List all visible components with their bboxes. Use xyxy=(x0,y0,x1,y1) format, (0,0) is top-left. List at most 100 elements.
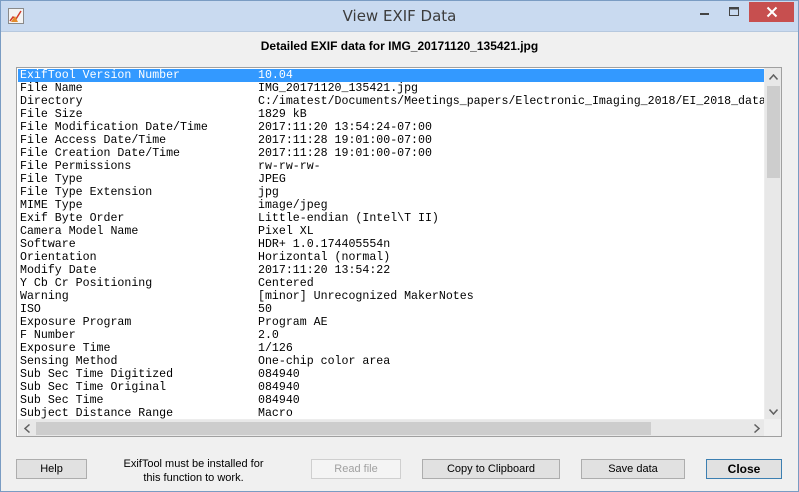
exif-row-key: File Permissions xyxy=(20,160,132,173)
exif-row-value: 2017:11:20 13:54:24-07:00 xyxy=(258,121,432,134)
exif-row-value: rw-rw-rw- xyxy=(258,160,321,173)
exif-row-key: File Creation Date/Time xyxy=(20,147,181,160)
exif-row-value: jpg xyxy=(258,186,279,199)
exif-row-value: Little-endian (Intel\T II) xyxy=(258,212,439,225)
exif-row-value: 2017:11:28 19:01:00-07:00 xyxy=(258,134,432,147)
exif-row-value: One-chip color area xyxy=(258,355,391,368)
exif-row-key: Software xyxy=(20,238,76,251)
vertical-scroll-thumb[interactable] xyxy=(767,86,780,178)
exif-row-value: image/jpeg xyxy=(258,199,328,212)
exiftool-note-line2: this function to work. xyxy=(143,472,244,484)
vertical-scrollbar[interactable] xyxy=(764,68,781,420)
exif-row[interactable]: Exif Byte Order Little-endian (Intel\T II… xyxy=(18,212,764,225)
exif-row-value: [minor] Unrecognized MakerNotes xyxy=(258,290,474,303)
horizontal-scrollbar[interactable] xyxy=(18,419,765,436)
close-icon xyxy=(766,6,777,18)
chevron-right-icon xyxy=(753,424,760,433)
close-button[interactable]: Close xyxy=(706,459,782,479)
exif-row-value: 2.0 xyxy=(258,329,279,342)
exiftool-note: ExifTool must be installed for this func… xyxy=(106,457,281,485)
exif-row[interactable]: File Size 1829 kB xyxy=(18,108,764,121)
exif-row[interactable]: Software HDR+ 1.0.174405554n xyxy=(18,238,764,251)
exiftool-note-line1: ExifTool must be installed for xyxy=(123,458,264,470)
exif-row-value: Program AE xyxy=(258,316,328,329)
exif-row-key: File Type Extension xyxy=(20,186,153,199)
exif-row-key: ISO xyxy=(20,303,41,316)
exif-row[interactable]: ExifTool Version Number 10.04 xyxy=(18,69,764,82)
exif-row[interactable]: Exposure Time 1/126 xyxy=(18,342,764,355)
exif-row-key: Camera Model Name xyxy=(20,225,139,238)
exif-row[interactable]: File Permissions rw-rw-rw- xyxy=(18,160,764,173)
exif-row-value: Pixel XL xyxy=(258,225,314,238)
title-bar[interactable]: View EXIF Data xyxy=(1,1,798,32)
exif-row-key: File Access Date/Time xyxy=(20,134,167,147)
exif-row[interactable]: Camera Model Name Pixel XL xyxy=(18,225,764,238)
exif-row-value: 50 xyxy=(258,303,272,316)
scroll-down-button[interactable] xyxy=(765,403,782,420)
save-data-button[interactable]: Save data xyxy=(581,459,685,479)
copy-to-clipboard-button[interactable]: Copy to Clipboard xyxy=(422,459,560,479)
exif-row-key: File Name xyxy=(20,82,83,95)
exif-row-value: JPEG xyxy=(258,173,286,186)
exif-row[interactable]: File Modification Date/Time 2017:11:20 13… xyxy=(18,121,764,134)
exif-row-key: Sensing Method xyxy=(20,355,118,368)
exif-row[interactable]: Sub Sec Time Original 084940 xyxy=(18,381,764,394)
scroll-right-button[interactable] xyxy=(748,420,765,437)
exif-row-value: 1/126 xyxy=(258,342,293,355)
exif-row-value: HDR+ 1.0.174405554n xyxy=(258,238,391,251)
exif-row-key: Sub Sec Time Original xyxy=(20,381,167,394)
exif-row[interactable]: Modify Date 2017:11:20 13:54:22 xyxy=(18,264,764,277)
exif-row-key: F Number xyxy=(20,329,76,342)
exif-row-value: C:/imatest/Documents/Meetings_papers/Ele… xyxy=(258,95,764,108)
exif-row[interactable]: ISO 50 xyxy=(18,303,764,316)
exif-row-value: Horizontal (normal) xyxy=(258,251,391,264)
exif-listbox[interactable]: ExifTool Version Number 10.04 File Name IMG… xyxy=(16,67,782,437)
exif-dialog-window: View EXIF Data Detailed EXIF data for IM… xyxy=(0,0,799,492)
exif-row[interactable]: Orientation Horizontal (normal) xyxy=(18,251,764,264)
exif-row[interactable]: File Type JPEG xyxy=(18,173,764,186)
exif-row[interactable]: Directory C:/imatest/Documents/Meetings_p… xyxy=(18,95,764,108)
exif-row-key: Exif Byte Order xyxy=(20,212,125,225)
exif-row-key: Directory xyxy=(20,95,83,108)
chevron-down-icon xyxy=(769,408,778,415)
exif-row[interactable]: File Name IMG_20171120_135421.jpg xyxy=(18,82,764,95)
exif-row-value: 084940 xyxy=(258,394,300,407)
scroll-left-button[interactable] xyxy=(18,420,35,437)
chevron-left-icon xyxy=(23,424,30,433)
exif-row-key: File Size xyxy=(20,108,83,121)
exif-row[interactable]: F Number 2.0 xyxy=(18,329,764,342)
exif-row-key: Warning xyxy=(20,290,69,303)
exif-row[interactable]: MIME Type image/jpeg xyxy=(18,199,764,212)
exif-row-key: Exposure Program xyxy=(20,316,132,329)
exif-row-key: Sub Sec Time xyxy=(20,394,104,407)
exif-row[interactable]: Sensing Method One-chip color area xyxy=(18,355,764,368)
horizontal-scroll-thumb[interactable] xyxy=(36,422,651,435)
exif-row[interactable]: Sub Sec Time 084940 xyxy=(18,394,764,407)
exif-row-key: ExifTool Version Number xyxy=(20,69,181,82)
exif-row[interactable]: File Type Extension jpg xyxy=(18,186,764,199)
exif-row[interactable]: File Access Date/Time 2017:11:28 19:01:00… xyxy=(18,134,764,147)
maximize-button[interactable] xyxy=(720,2,747,22)
read-file-button[interactable]: Read file xyxy=(311,459,401,479)
exif-row[interactable]: File Creation Date/Time 2017:11:28 19:01:… xyxy=(18,147,764,160)
exif-row[interactable]: Warning [minor] Unrecognized MakerNotes xyxy=(18,290,764,303)
exif-row[interactable]: Exposure Program Program AE xyxy=(18,316,764,329)
exif-row[interactable]: Sub Sec Time Digitized 084940 xyxy=(18,368,764,381)
minimize-icon xyxy=(700,13,709,15)
exif-row[interactable]: Y Cb Cr Positioning Centered xyxy=(18,277,764,290)
exif-rows[interactable]: ExifTool Version Number 10.04 File Name IMG… xyxy=(18,69,764,435)
exif-row-key: Modify Date xyxy=(20,264,97,277)
scrollbar-corner xyxy=(764,419,781,436)
exif-header-label: Detailed EXIF data for IMG_20171120_1354… xyxy=(260,39,539,53)
exif-row-value: 084940 xyxy=(258,368,300,381)
exif-row-value: 1829 kB xyxy=(258,108,307,121)
exif-row-key: Y Cb Cr Positioning xyxy=(20,277,153,290)
help-button[interactable]: Help xyxy=(16,459,87,479)
minimize-button[interactable] xyxy=(691,2,719,22)
scroll-up-button[interactable] xyxy=(765,68,782,85)
exif-row-value: 10.04 xyxy=(258,69,293,82)
maximize-icon xyxy=(728,7,739,16)
chevron-up-icon xyxy=(769,73,778,80)
exif-row-key: MIME Type xyxy=(20,199,83,212)
close-window-button[interactable] xyxy=(749,2,794,22)
